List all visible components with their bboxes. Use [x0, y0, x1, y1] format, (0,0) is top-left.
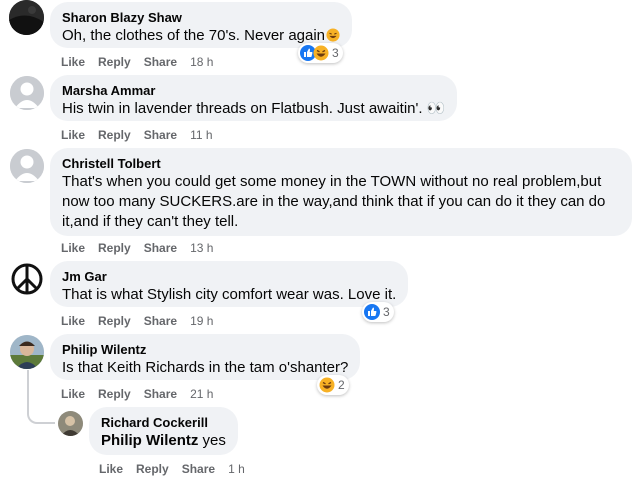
timestamp[interactable]: 21 h — [190, 387, 213, 401]
reply-button[interactable]: Reply — [98, 55, 131, 69]
comment-actions: Like Reply Share 19 h — [61, 313, 226, 329]
comment-bubble: Marsha Ammar His twin in lavender thread… — [50, 75, 458, 121]
like-button[interactable]: Like — [61, 55, 85, 69]
comment-author[interactable]: Christell Tolbert — [62, 155, 620, 172]
avatar[interactable] — [9, 0, 44, 35]
avatar[interactable] — [10, 76, 44, 110]
comment-bubble: Jm Gar That is what Stylish city comfort… — [50, 261, 409, 307]
comment-author[interactable]: Marsha Ammar — [62, 82, 445, 99]
reply-button[interactable]: Reply — [98, 387, 131, 401]
avatar[interactable] — [10, 262, 44, 296]
reply-button[interactable]: Reply — [98, 128, 131, 142]
comment-bubble: Christell Tolbert That's when you could … — [50, 148, 632, 236]
comment-actions: Like Reply Share 21 h — [61, 386, 226, 402]
share-button[interactable]: Share — [144, 387, 177, 401]
comment-text: That is what Stylish city comfort wear w… — [62, 286, 397, 303]
comment-author[interactable]: Richard Cockerill — [101, 414, 226, 431]
comment-author[interactable]: Philip Wilentz — [62, 341, 348, 358]
reaction-count: 2 — [338, 378, 345, 392]
reaction-count: 3 — [332, 46, 339, 60]
reaction-summary[interactable]: 2 — [317, 375, 349, 395]
comment-actions: Like Reply Share 1 h — [99, 461, 258, 477]
timestamp[interactable]: 1 h — [228, 462, 245, 476]
reply-button[interactable]: Reply — [98, 314, 131, 328]
timestamp[interactable]: 19 h — [190, 314, 213, 328]
timestamp[interactable]: 18 h — [190, 55, 213, 69]
like-button[interactable]: Like — [61, 241, 85, 255]
comment-text-line: That's when you could get some money in … — [62, 173, 602, 190]
laugh-icon — [313, 45, 329, 61]
reaction-count: 3 — [383, 305, 390, 319]
share-button[interactable]: Share — [182, 462, 215, 476]
comment-actions: Like Reply Share 11 h — [61, 127, 226, 143]
reply-button[interactable]: Reply — [136, 462, 169, 476]
like-icon — [364, 304, 380, 320]
like-button[interactable]: Like — [61, 128, 85, 142]
share-button[interactable]: Share — [144, 314, 177, 328]
comment-bubble: Sharon Blazy Shaw Oh, the clothes of the… — [50, 2, 353, 48]
comment-author[interactable]: Jm Gar — [62, 268, 396, 285]
comment-actions: Like Reply Share 13 h — [61, 240, 226, 256]
share-button[interactable]: Share — [144, 128, 177, 142]
comment-text: yes — [198, 432, 226, 449]
comment-text-line: now too many SUCKERS.are in the way,and … — [62, 193, 606, 210]
comment-actions: Like Reply Share 18 h — [61, 54, 226, 70]
share-button[interactable]: Share — [144, 241, 177, 255]
reply-thread-line — [27, 370, 55, 424]
comment-author[interactable]: Sharon Blazy Shaw — [62, 9, 340, 26]
timestamp[interactable]: 13 h — [190, 241, 213, 255]
share-button[interactable]: Share — [144, 55, 177, 69]
comment-bubble: Richard Cockerill Philip Wilentz yes — [89, 407, 238, 455]
laugh-icon — [319, 377, 335, 393]
reaction-summary[interactable]: 3 — [298, 43, 343, 63]
comment-text: Oh, the clothes of the 70's. Never again — [62, 27, 326, 44]
like-button[interactable]: Like — [99, 462, 123, 476]
comment-text: Is that Keith Richards in the tam o'shan… — [62, 359, 349, 376]
avatar[interactable] — [10, 149, 44, 183]
comment-text-line: it,and if they can't they tell. — [62, 213, 239, 230]
timestamp[interactable]: 11 h — [190, 128, 212, 142]
reaction-summary[interactable]: 3 — [362, 302, 394, 322]
reply-button[interactable]: Reply — [98, 241, 131, 255]
mention-link[interactable]: Philip Wilentz — [101, 432, 198, 449]
avatar[interactable] — [58, 411, 83, 436]
comment-bubble: Philip Wilentz Is that Keith Richards in… — [50, 334, 361, 380]
like-button[interactable]: Like — [61, 387, 85, 401]
laughing-emoji-icon — [326, 28, 340, 42]
avatar[interactable] — [10, 335, 44, 369]
like-button[interactable]: Like — [61, 314, 85, 328]
comment-text: His twin in lavender threads on Flatbush… — [62, 100, 446, 117]
